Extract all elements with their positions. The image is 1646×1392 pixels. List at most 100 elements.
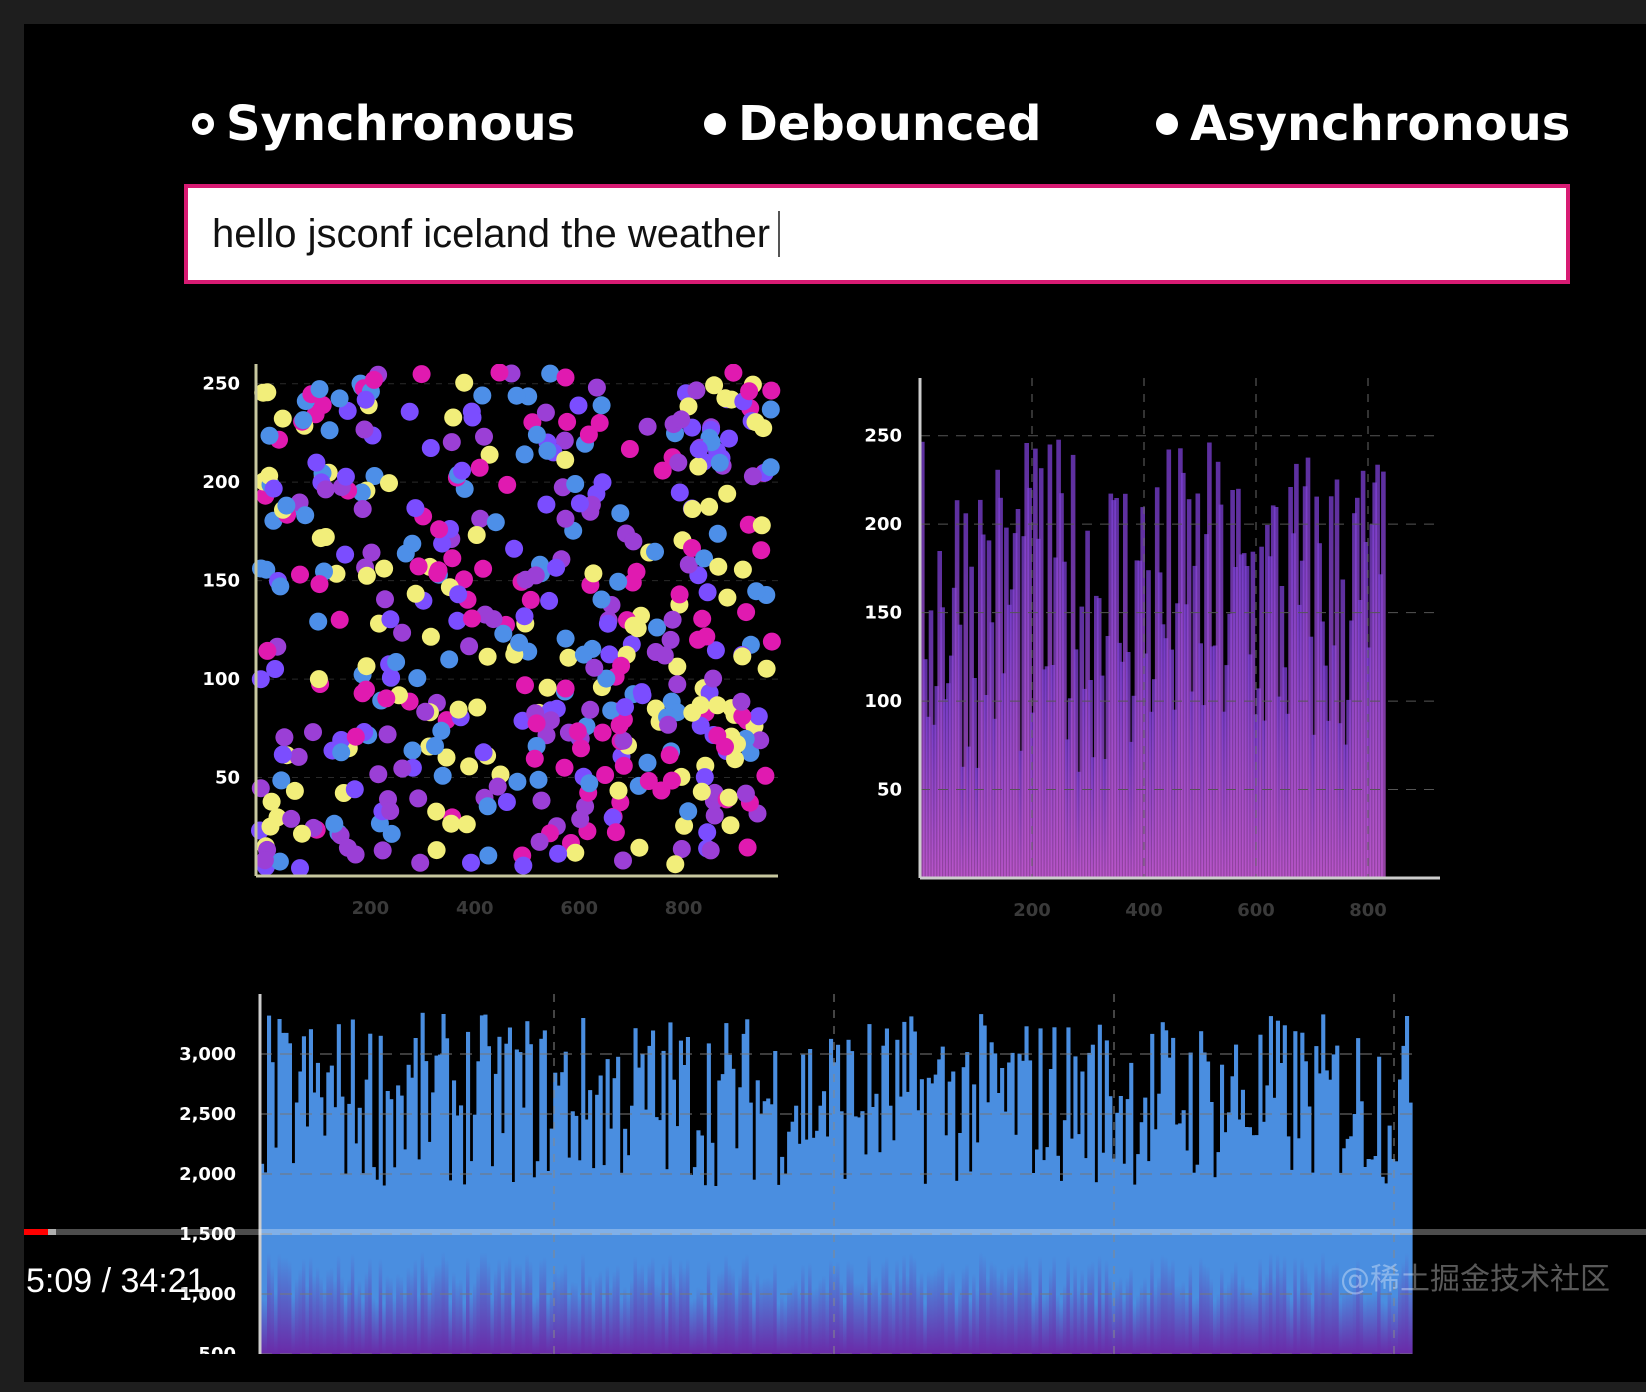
mode-asynchronous[interactable]: Asynchronous: [1156, 94, 1570, 154]
radio-icon[interactable]: [1156, 113, 1178, 135]
scatter-point: [375, 559, 394, 578]
area-bar: [1335, 1045, 1340, 1354]
scatter-point: [497, 793, 516, 811]
area-bar: [647, 1045, 652, 1354]
scatter-point: [570, 494, 589, 513]
area-bar: [403, 1149, 408, 1354]
scatter-point: [262, 792, 281, 811]
area-bar: [1195, 1164, 1200, 1354]
scatter-chart: 250 200 150 100 50 200 400 600 800: [202, 364, 781, 919]
area-bar: [336, 1024, 341, 1354]
scatter-point: [716, 737, 734, 756]
scatter-point: [468, 698, 487, 717]
area-bar: [1052, 1027, 1057, 1354]
scatter-point: [430, 520, 449, 539]
scatter-point: [258, 641, 277, 660]
scatter-point: [627, 562, 646, 581]
area-bar: [1206, 1061, 1211, 1354]
scatter-point: [382, 824, 401, 843]
area-bar: [1143, 1097, 1148, 1354]
area-bar: [801, 1054, 806, 1354]
scatter-point: [449, 585, 468, 604]
scatter-point: [345, 780, 364, 799]
area-bar: [312, 1092, 317, 1354]
area-bar: [958, 1133, 963, 1354]
area-bar: [996, 1093, 1001, 1354]
area-bar: [658, 1120, 663, 1354]
scatter-point: [614, 756, 633, 775]
y-tick-label: 200: [864, 514, 902, 535]
scatter-point: [683, 703, 702, 722]
scatter-point: [474, 559, 493, 578]
area-bar: [825, 1136, 830, 1354]
area-bar: [1062, 1120, 1067, 1354]
area-bar: [493, 1073, 498, 1354]
area-bar: [1021, 1060, 1026, 1354]
scatter-point: [380, 474, 398, 493]
scatter-point: [433, 766, 452, 785]
video-progress-bar[interactable]: [24, 1229, 1646, 1235]
area-bar: [1153, 1129, 1158, 1354]
x-tick-label: 600: [1237, 900, 1275, 921]
scatter-point: [273, 745, 292, 764]
area-bar: [263, 1172, 268, 1354]
scatter-point: [612, 656, 631, 675]
scatter-point: [484, 610, 503, 629]
scatter-point: [660, 746, 679, 765]
scatter-point: [475, 427, 493, 446]
radio-selected-icon[interactable]: [192, 113, 214, 135]
area-bar: [804, 1139, 809, 1354]
area-bar: [706, 1043, 711, 1354]
scatter-point: [486, 513, 505, 532]
area-bar: [850, 1051, 855, 1354]
scatter-point: [294, 411, 313, 430]
area-bar: [1174, 1124, 1179, 1354]
mode-label: Debounced: [738, 96, 1042, 152]
area-bar: [462, 1184, 467, 1354]
scatter-point: [556, 509, 575, 528]
scatter-point: [632, 683, 651, 702]
scatter-point: [426, 737, 444, 755]
area-bar: [692, 1167, 697, 1354]
area-bar: [671, 1079, 676, 1354]
x-tick-label: 800: [665, 898, 703, 919]
area-bar: [741, 1033, 746, 1354]
scatter-point: [293, 824, 311, 843]
area-bar: [434, 1055, 439, 1354]
scatter-point: [527, 425, 546, 444]
area-bar: [616, 1056, 621, 1354]
scatter-point: [336, 545, 355, 564]
scatter-point: [378, 725, 397, 744]
scatter-point: [355, 420, 374, 439]
scatter-point: [609, 572, 628, 591]
scatter-point: [473, 386, 492, 405]
area-bar: [811, 1137, 816, 1354]
area-bar: [1108, 1096, 1113, 1354]
area-bar: [350, 1019, 355, 1354]
scatter-point: [365, 370, 383, 389]
scatter-point: [406, 499, 425, 518]
scatter-point: [740, 382, 759, 401]
area-bar: [755, 1080, 760, 1354]
area-bar: [1048, 1069, 1053, 1354]
scatter-point: [708, 524, 727, 543]
area-bar: [1293, 1031, 1298, 1354]
scatter-point: [408, 669, 427, 688]
scatter-point: [393, 759, 412, 778]
area-bar: [466, 1031, 471, 1354]
scatter-point: [732, 692, 751, 711]
mode-synchronous[interactable]: Synchronous: [192, 94, 575, 154]
scatter-point: [460, 637, 479, 656]
area-bar: [1377, 1056, 1382, 1354]
text-input[interactable]: hello jsconf iceland the weather: [184, 184, 1570, 284]
area-bar: [1146, 1161, 1151, 1354]
area-bar: [1240, 1089, 1245, 1354]
area-bar: [1038, 1028, 1043, 1354]
area-bar: [975, 1142, 980, 1354]
radio-icon[interactable]: [704, 113, 726, 135]
video-frame[interactable]: Synchronous Debounced Asynchronous hello…: [24, 24, 1646, 1382]
histogram-chart: 250 200 150 100 50 200 400 600 800: [864, 378, 1440, 921]
scatter-point: [338, 838, 357, 857]
mode-debounced[interactable]: Debounced: [704, 94, 1041, 154]
scatter-point: [566, 475, 585, 493]
